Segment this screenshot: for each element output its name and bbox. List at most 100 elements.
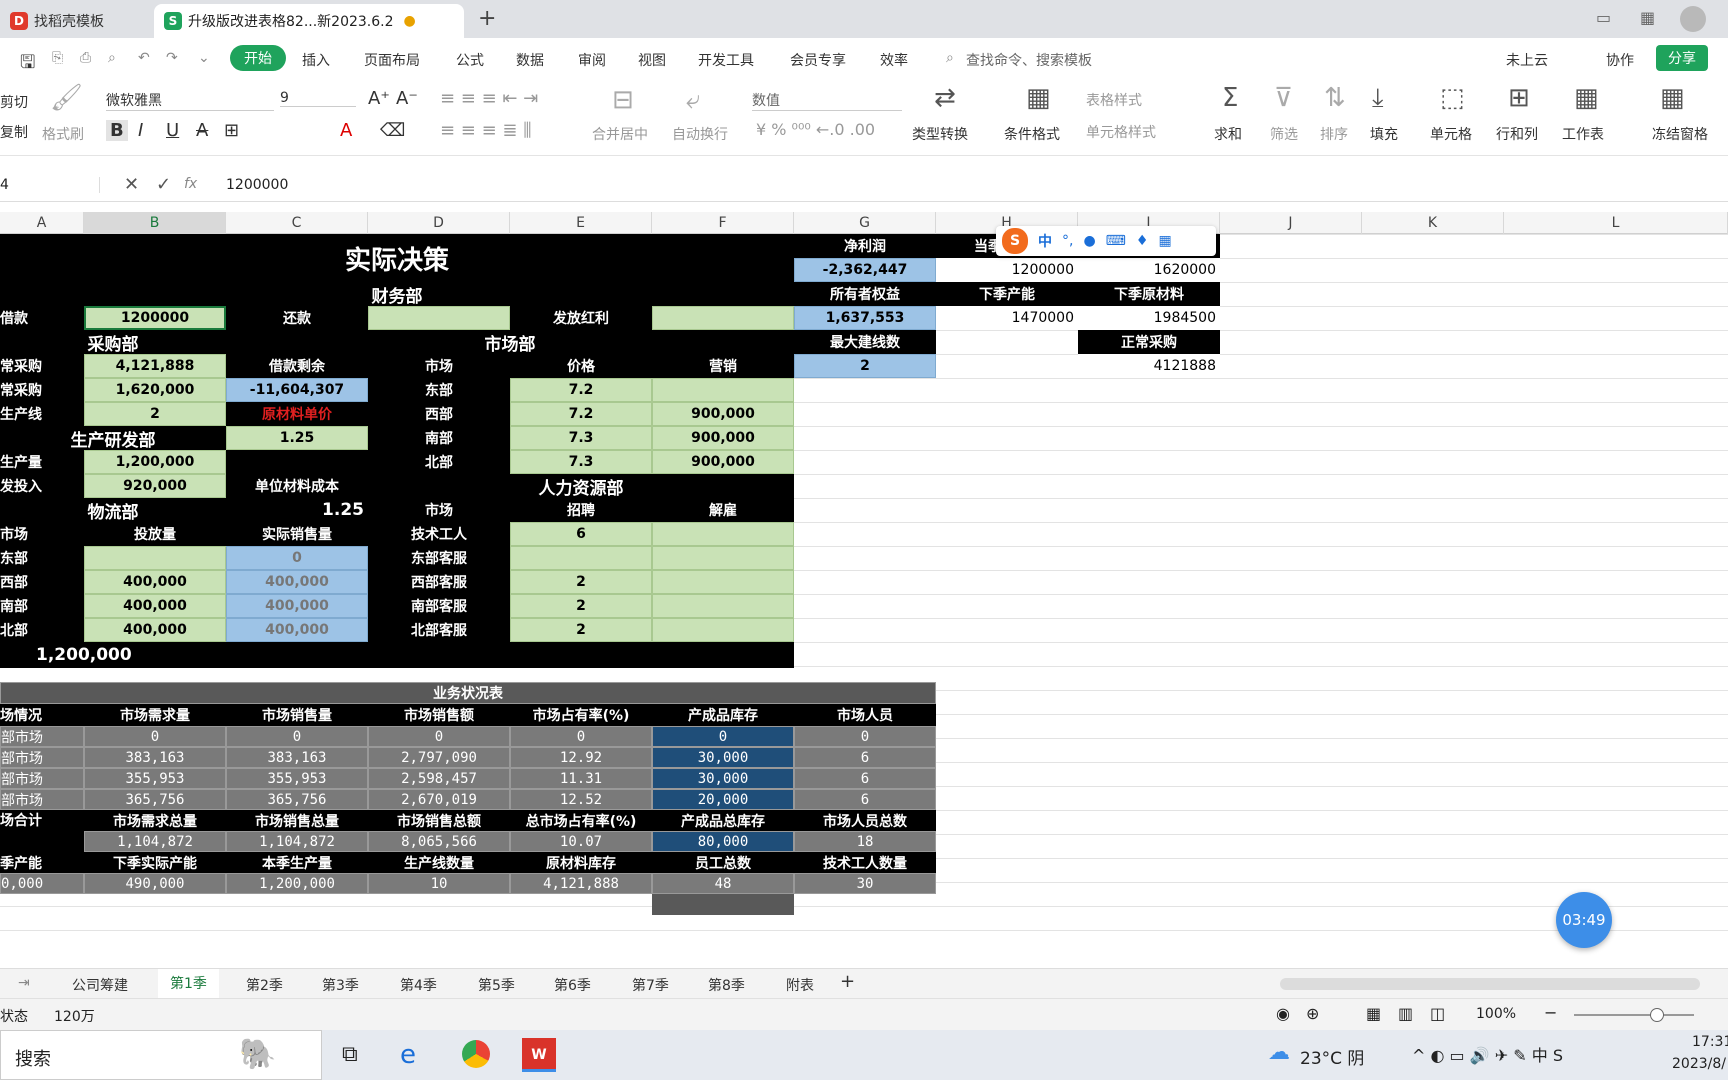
biz-data-cell[interactable]: 355,953	[226, 768, 368, 789]
biz-header-cell[interactable]: 市场占有率(%)	[510, 704, 652, 726]
number-format-icons[interactable]: ¥ % ⁰⁰⁰ ←.0 .00	[756, 120, 875, 139]
cs-north-fire[interactable]	[652, 618, 794, 642]
mic-icon[interactable]: ●	[1083, 233, 1095, 249]
menu-layout[interactable]: 页面布局	[364, 50, 420, 70]
l-east-actual[interactable]: 0	[226, 546, 368, 570]
cell-button[interactable]: 单元格	[1430, 124, 1472, 144]
unit-cost-value[interactable]: 1.25	[226, 498, 368, 522]
border-icon[interactable]: ⊞	[224, 120, 239, 141]
col-header[interactable]: J	[1220, 212, 1362, 234]
biz-capacity-value[interactable]: 490,000	[84, 873, 226, 894]
preview-icon[interactable]: ⌕	[108, 50, 116, 66]
biz-data-cell[interactable]: 12.52	[510, 789, 652, 810]
biz-header-cell[interactable]: 市场人员	[794, 704, 936, 726]
first-sheet-icon[interactable]: ⇥	[18, 975, 30, 991]
cs-north-label[interactable]: 北部客服	[368, 618, 510, 642]
line-label[interactable]: 生产线	[0, 402, 84, 426]
market-col-label[interactable]: 市场	[368, 354, 510, 378]
share-button[interactable]: 分享	[1656, 45, 1708, 71]
biz-sum-header[interactable]: 市场人员总数	[794, 810, 936, 831]
normal-buy-label[interactable]: 常采购	[0, 354, 84, 378]
edge-icon[interactable]: e	[400, 1040, 416, 1070]
east-price[interactable]: 7.2	[510, 378, 652, 402]
convert-button[interactable]: 类型转换	[912, 124, 968, 144]
cut-button[interactable]: 剪切	[0, 92, 28, 112]
number-format-select[interactable]: 数值	[752, 90, 902, 111]
cs-south-hire[interactable]: 2	[510, 594, 652, 618]
cs-west-hire[interactable]: 2	[510, 570, 652, 594]
biz-sum-header[interactable]: 市场销售总量	[226, 810, 368, 831]
zoom-level[interactable]: 100%	[1476, 1006, 1516, 1022]
east-label[interactable]: 东部	[368, 378, 510, 402]
l-south-invest[interactable]: 400,000	[84, 594, 226, 618]
tech-fire[interactable]	[652, 522, 794, 546]
cell-style-button[interactable]: 单元格样式	[1086, 122, 1156, 142]
rd-value[interactable]: 920,000	[84, 474, 226, 498]
raw-price-label[interactable]: 原材料单价	[226, 402, 368, 426]
col-header[interactable]: B	[84, 212, 226, 234]
west-price[interactable]: 7.2	[510, 402, 652, 426]
max-line-value[interactable]: 2	[794, 354, 936, 378]
biz-sum-value[interactable]: 8,065,566	[368, 831, 510, 852]
menu-insert[interactable]: 插入	[302, 50, 330, 70]
sheet-tab[interactable]: 第1季	[158, 969, 219, 999]
repay-label[interactable]: 还款	[226, 306, 368, 330]
l-south-actual[interactable]: 400,000	[226, 594, 368, 618]
biz-capacity-header[interactable]: 员工总数	[652, 852, 794, 873]
biz-capacity-value[interactable]: 0,000	[0, 873, 84, 894]
biz-data-cell[interactable]: 0	[84, 726, 226, 747]
biz-data-cell[interactable]: 30,000	[652, 768, 794, 789]
clock-time[interactable]: 17:31	[1692, 1034, 1728, 1050]
sheet-grid[interactable]: 实际决策 财务部 借款 1200000 还款 发放红利 采购部 市场部 常采购 …	[0, 226, 1728, 948]
copy-button[interactable]: 复制	[0, 122, 28, 142]
biz-data-cell[interactable]: 6	[794, 768, 936, 789]
zoom-out-icon[interactable]: −	[1544, 1003, 1557, 1022]
finance-header[interactable]: 财务部	[0, 282, 794, 306]
fx-icon[interactable]: fx	[184, 176, 197, 192]
biz-sum-header[interactable]: 市场需求总量	[84, 810, 226, 831]
biz-capacity-value[interactable]: 48	[652, 873, 794, 894]
biz-header-cell[interactable]: 场情况	[0, 704, 84, 726]
biz-data-cell[interactable]: 11.31	[510, 768, 652, 789]
net-profit-value[interactable]: -2,362,447	[794, 258, 936, 282]
biz-sum-header[interactable]: 总市场占有率(%)	[510, 810, 652, 831]
sum-button[interactable]: 求和	[1214, 124, 1242, 144]
cloud-status[interactable]: 未上云	[1506, 50, 1548, 70]
max-line-label[interactable]: 最大建线数	[794, 330, 936, 354]
normal-purchase-label[interactable]: 正常采购	[1078, 330, 1220, 354]
dividend-label[interactable]: 发放红利	[510, 306, 652, 330]
format-painter-button[interactable]: 格式刷	[42, 124, 84, 144]
cancel-icon[interactable]: ✕	[124, 174, 139, 195]
biz-capacity-header[interactable]: 本季生产量	[226, 852, 368, 873]
total-value[interactable]: 1,200,000	[0, 642, 794, 668]
biz-data-cell[interactable]: 6	[794, 789, 936, 810]
menu-dev[interactable]: 开发工具	[698, 50, 754, 70]
biz-data-cell[interactable]: 0	[794, 726, 936, 747]
biz-title[interactable]: 业务状况表	[0, 682, 936, 704]
cs-east-label[interactable]: 东部客服	[368, 546, 510, 570]
north-label[interactable]: 北部	[368, 450, 510, 474]
next-capacity-label[interactable]: 下季产能	[936, 282, 1078, 306]
sheet-tab[interactable]: 第2季	[246, 975, 283, 995]
grow-font-icon[interactable]: A⁺	[368, 88, 390, 109]
biz-sum-value[interactable]: 1,104,872	[226, 831, 368, 852]
logistics-market-label[interactable]: 市场	[0, 522, 84, 546]
south-price[interactable]: 7.3	[510, 426, 652, 450]
fill-button[interactable]: 填充	[1370, 124, 1398, 144]
urgent-buy-value[interactable]: 1,620,000	[84, 378, 226, 402]
cs-south-fire[interactable]	[652, 594, 794, 618]
borrow-input[interactable]: 1200000	[84, 306, 226, 330]
biz-data-cell[interactable]: 383,163	[84, 747, 226, 768]
merge-button[interactable]: 合并居中	[592, 124, 648, 144]
sheet-tab[interactable]: 附表	[786, 975, 814, 995]
biz-capacity-value[interactable]: 4,121,888	[510, 873, 652, 894]
collab-button[interactable]: 协作	[1606, 50, 1634, 70]
biz-data-cell[interactable]: 部市场	[0, 726, 84, 747]
l-north-label[interactable]: 北部	[0, 618, 84, 642]
biz-data-cell[interactable]: 365,756	[226, 789, 368, 810]
biz-sum-header[interactable]: 产成品总库存	[652, 810, 794, 831]
biz-data-cell[interactable]: 0	[368, 726, 510, 747]
biz-data-cell[interactable]: 12.92	[510, 747, 652, 768]
cs-east-hire[interactable]	[510, 546, 652, 570]
unit-cost-label[interactable]: 单位材料成本	[226, 474, 368, 498]
